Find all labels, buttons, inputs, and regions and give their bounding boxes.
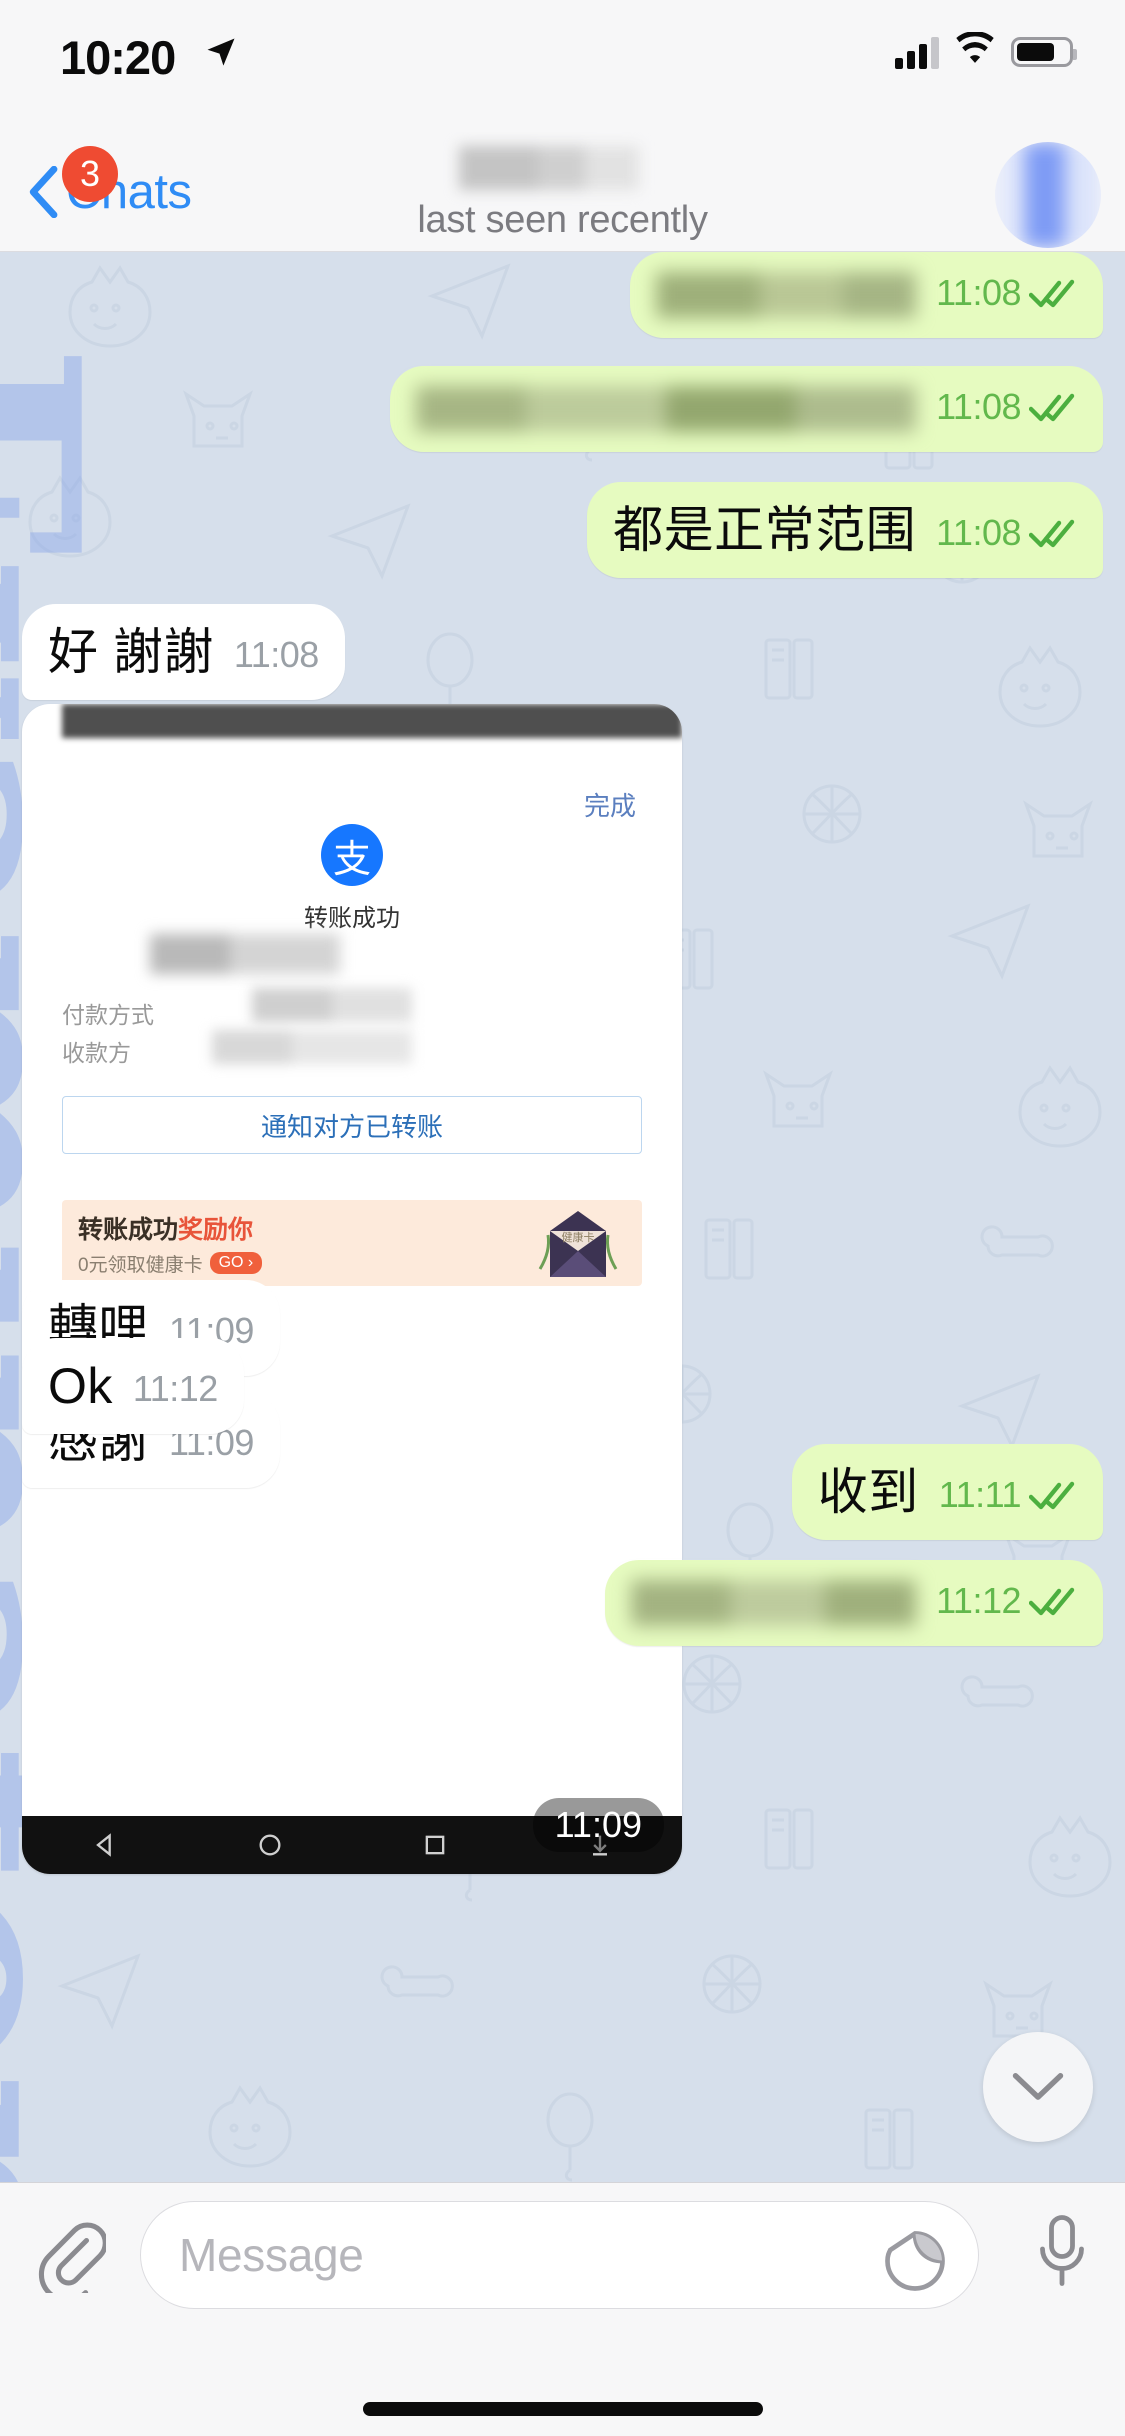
message-bubble-incoming[interactable]: Ok 11:12 [22,1338,244,1434]
message-meta: 11:08 [936,272,1077,318]
message-row-out[interactable]: 11:08 [390,366,1103,452]
avatar[interactable] [995,142,1101,248]
wifi-icon [953,31,997,71]
message-list[interactable]: Examinator.co 轉 士 11:08 [0,252,1125,2182]
promo-go-button: GO › [209,1252,263,1274]
pay-method-value-redacted [252,988,412,1022]
promo-subtitle: 0元领取健康卡 GO › [78,1250,263,1277]
message-time: 11:12 [936,1580,1021,1621]
notify-recipient-button: 通知对方已转账 [62,1096,642,1154]
message-row-in-last[interactable]: Ok 11:12 [22,1338,244,1434]
promo-banner: 转账成功奖励你 0元领取健康卡 GO › 健康卡 [62,1200,642,1286]
message-time: 11:12 [132,1368,218,1409]
back-to-chats-button[interactable]: 3 Chats [28,146,192,228]
message-time: 11:08 [936,386,1021,427]
payee-value-redacted [212,1030,412,1064]
phone-screen: 10:20 3 Chats last seen recently 11:08 1… [0,0,1125,2436]
chevron-down-icon [1012,2073,1064,2100]
photo-timestamp: 11:09 [532,1798,664,1852]
message-row-in[interactable]: 好 謝謝 11:08 [22,604,345,700]
message-meta: 11:08 [936,512,1077,558]
transfer-success-title: 转账成功 [304,905,400,932]
message-text: 好 謝謝 [48,624,214,680]
read-receipt-icon [1028,390,1077,424]
status-bar-indicators [895,31,1077,71]
message-text-redacted [416,386,917,432]
transfer-amount-redacted [150,934,340,974]
message-row-out[interactable]: 11:08 [630,252,1103,338]
message-text: Ok [48,1358,113,1414]
message-row-out[interactable]: 都是正常范围 11:08 [587,482,1103,578]
message-text-redacted [631,1580,917,1626]
read-receipt-icon [1028,276,1077,310]
message-time: 11:11 [938,1474,1022,1515]
message-time: 11:08 [233,634,319,675]
photo-done-label: 完成 [583,791,636,821]
message-row-out[interactable]: 11:12 [605,1560,1103,1646]
message-bubble-outgoing[interactable]: 都是正常范围 11:08 [587,482,1103,578]
sticker-icon[interactable] [882,2228,948,2299]
message-meta: 11:12 [133,1368,218,1414]
microphone-icon[interactable] [1035,2213,1089,2296]
message-bubble-outgoing[interactable]: 11:08 [390,366,1103,452]
message-bubble-outgoing[interactable]: 11:12 [605,1560,1103,1646]
message-input-field[interactable]: Message [140,2201,979,2309]
location-arrow-icon [203,34,239,75]
chevron-left-icon [28,166,60,218]
message-text: 都是正常范围 [613,502,917,558]
payee-label: 收款方 [62,1040,131,1066]
message-meta: 11:11 [939,1474,1077,1520]
home-indicator [362,2402,763,2416]
message-row-out[interactable]: 收到 11:11 [791,1444,1103,1540]
message-bubble-incoming[interactable]: 好 謝謝 11:08 [22,604,345,700]
message-time: 11:08 [936,272,1021,313]
read-receipt-icon [1028,1584,1077,1618]
read-receipt-icon [1028,516,1077,550]
message-text: 收到 [817,1464,919,1520]
photo-statusbar-redacted [62,704,682,738]
promo-title: 转账成功奖励你 [78,1215,254,1244]
message-meta: 11:12 [936,1580,1077,1626]
pay-method-label: 付款方式 [62,1002,154,1028]
contact-name-redacted [458,146,639,190]
message-meta: 11:08 [234,634,319,680]
message-input-bar: Message [0,2182,1125,2436]
messages-container: 11:08 11:08 都是正常范围 11:08 好 謝謝 11:08 完成 支… [0,252,1125,2182]
message-bubble-outgoing[interactable]: 11:08 [630,252,1103,338]
alipay-logo-icon: 支 [321,824,383,886]
scroll-to-bottom-button[interactable] [983,2032,1093,2142]
message-bubble-outgoing[interactable]: 收到 11:11 [791,1444,1103,1540]
envelope-icon: 健康卡 [530,1205,626,1281]
cellular-signal-icon [895,35,939,69]
message-text-redacted [656,272,917,318]
message-meta: 11:08 [936,386,1077,432]
paperclip-icon[interactable] [34,2215,108,2303]
message-time: 11:08 [936,512,1021,553]
status-bar: 10:20 [0,0,1125,132]
navigation-bar: 3 Chats last seen recently [0,132,1125,252]
battery-icon [1011,36,1077,67]
unread-count-badge: 3 [62,146,118,202]
read-receipt-icon [1028,1478,1077,1512]
message-input-placeholder: Message [179,2229,364,2281]
photo-content: 完成 支 转账成功 付款方式 收款方 通知对方已转账 转账成功奖励你 0元领取健… [22,738,682,1816]
svg-text:健康卡: 健康卡 [562,1230,595,1244]
status-bar-clock: 10:20 [60,31,176,84]
